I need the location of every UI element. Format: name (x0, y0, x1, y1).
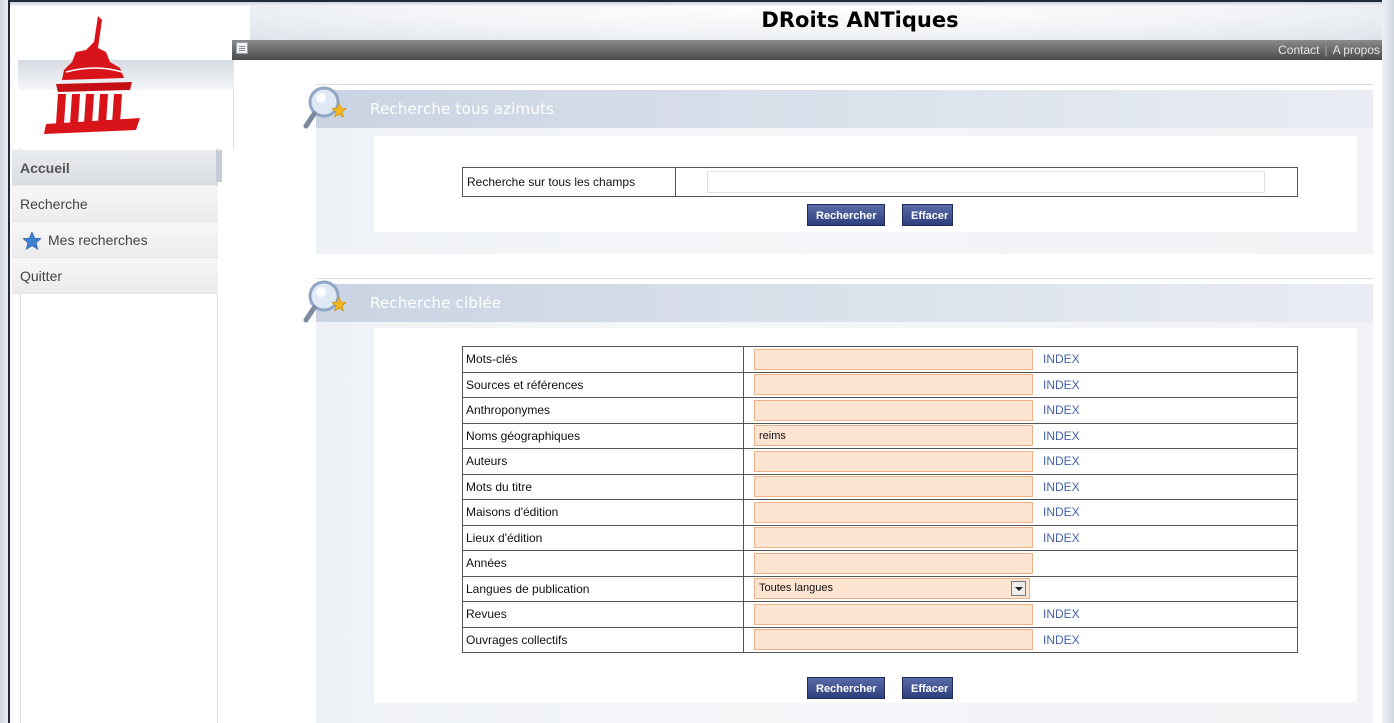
table-row: Langues de publication Toutes langues (462, 575, 1298, 602)
window-frame-left (0, 0, 10, 723)
field-cell: INDEX (743, 346, 1298, 373)
index-link[interactable]: INDEX (1043, 429, 1080, 443)
nav-item-mes-recherches[interactable]: Mes recherches (12, 222, 218, 258)
global-search-button[interactable]: Rechercher (807, 204, 885, 226)
publishers-input[interactable] (754, 501, 1033, 523)
window-frame-right (1382, 0, 1394, 723)
table-row: Auteurs INDEX (462, 448, 1298, 475)
global-search-input[interactable] (707, 171, 1265, 193)
field-cell: INDEX (743, 371, 1298, 398)
table-row: Sources et références INDEX (462, 371, 1298, 398)
targeted-search-button[interactable]: Rechercher (807, 677, 885, 699)
global-clear-button[interactable]: Effacer (902, 204, 953, 226)
top-bar (232, 40, 1382, 60)
global-search-label: Recherche sur tous les champs (463, 168, 676, 196)
field-cell: INDEX (743, 626, 1298, 653)
field-cell: INDEX (743, 397, 1298, 424)
chevron-down-icon[interactable] (1011, 581, 1026, 597)
field-cell: INDEX (743, 422, 1298, 449)
nav-item-label: Recherche (20, 196, 88, 212)
nav-item-label: Quitter (20, 268, 63, 284)
menu-toggle-icon[interactable] (236, 42, 248, 54)
field-label: Revues (462, 601, 744, 628)
top-links: Contact | A propos (1278, 43, 1380, 57)
site-title: DRoits ANTiques (761, 8, 959, 32)
nav-item-recherche[interactable]: Recherche (12, 186, 218, 222)
targeted-search-table: Mots-clés INDEX Sources et références IN… (462, 346, 1298, 653)
star-icon (22, 232, 42, 251)
field-label: Années (462, 550, 744, 577)
global-search-row: Recherche sur tous les champs (462, 167, 1298, 197)
field-cell: INDEX (743, 524, 1298, 551)
years-input[interactable] (754, 552, 1033, 574)
table-row: Mots du titre INDEX (462, 473, 1298, 500)
index-link[interactable]: INDEX (1043, 505, 1080, 519)
field-label: Langues de publication (462, 575, 744, 602)
table-row: Anthroponymes INDEX (462, 397, 1298, 424)
index-link[interactable]: INDEX (1043, 454, 1080, 468)
title-words-input[interactable] (754, 476, 1033, 498)
table-row: Revues INDEX (462, 601, 1298, 628)
field-cell: INDEX (743, 473, 1298, 500)
keywords-input[interactable] (754, 348, 1033, 370)
left-nav: Accueil Recherche Mes recherches Quitter (12, 150, 222, 294)
language-select-value: Toutes langues (759, 582, 833, 595)
language-select[interactable]: Toutes langues (754, 578, 1030, 600)
nav-item-quitter[interactable]: Quitter (12, 258, 218, 294)
index-link[interactable]: INDEX (1043, 607, 1080, 621)
table-row: Ouvrages collectifs INDEX (462, 626, 1298, 653)
panel-top-line (316, 278, 1373, 279)
nav-item-label: Mes recherches (48, 232, 148, 248)
nav-item-accueil[interactable]: Accueil (12, 150, 222, 186)
field-label: Maisons d'édition (462, 499, 744, 526)
field-label: Anthroponymes (462, 397, 744, 424)
index-link[interactable]: INDEX (1043, 352, 1080, 366)
table-row: Lieux d'édition INDEX (462, 524, 1298, 551)
targeted-clear-button[interactable]: Effacer (902, 677, 953, 699)
field-cell: INDEX (743, 601, 1298, 628)
index-link[interactable]: INDEX (1043, 378, 1080, 392)
field-label: Noms géographiques (462, 422, 744, 449)
field-label: Ouvrages collectifs (462, 626, 744, 653)
index-link[interactable]: INDEX (1043, 633, 1080, 647)
about-link[interactable]: A propos (1333, 43, 1380, 57)
link-separator: | (1324, 43, 1328, 57)
field-label: Sources et références (462, 371, 744, 398)
nav-item-label: Accueil (20, 160, 70, 176)
publication-places-input[interactable] (754, 527, 1033, 549)
contact-link[interactable]: Contact (1278, 43, 1319, 57)
index-link[interactable]: INDEX (1043, 531, 1080, 545)
collective-works-input[interactable] (754, 629, 1033, 651)
table-row: Maisons d'édition INDEX (462, 499, 1298, 526)
panel-title: Recherche ciblée (370, 294, 502, 312)
panel-top-line (316, 84, 1373, 85)
authors-input[interactable] (754, 450, 1033, 472)
field-label: Auteurs (462, 448, 744, 475)
index-link[interactable]: INDEX (1043, 480, 1080, 494)
journals-input[interactable] (754, 603, 1033, 625)
field-label: Mots-clés (462, 346, 744, 373)
geographic-names-input[interactable] (754, 425, 1033, 447)
panel-title: Recherche tous azimuts (370, 100, 555, 118)
site-logo[interactable] (36, 12, 146, 137)
field-cell: Toutes langues (743, 575, 1298, 602)
field-cell: INDEX (743, 499, 1298, 526)
field-label: Lieux d'édition (462, 524, 744, 551)
table-row: Années (462, 550, 1298, 577)
field-cell (743, 550, 1298, 577)
field-label: Mots du titre (462, 473, 744, 500)
table-row: Noms géographiques INDEX (462, 422, 1298, 449)
field-cell: INDEX (743, 448, 1298, 475)
anthroponyms-input[interactable] (754, 399, 1033, 421)
table-row: Mots-clés INDEX (462, 346, 1298, 373)
sources-input[interactable] (754, 374, 1033, 396)
index-link[interactable]: INDEX (1043, 403, 1080, 417)
